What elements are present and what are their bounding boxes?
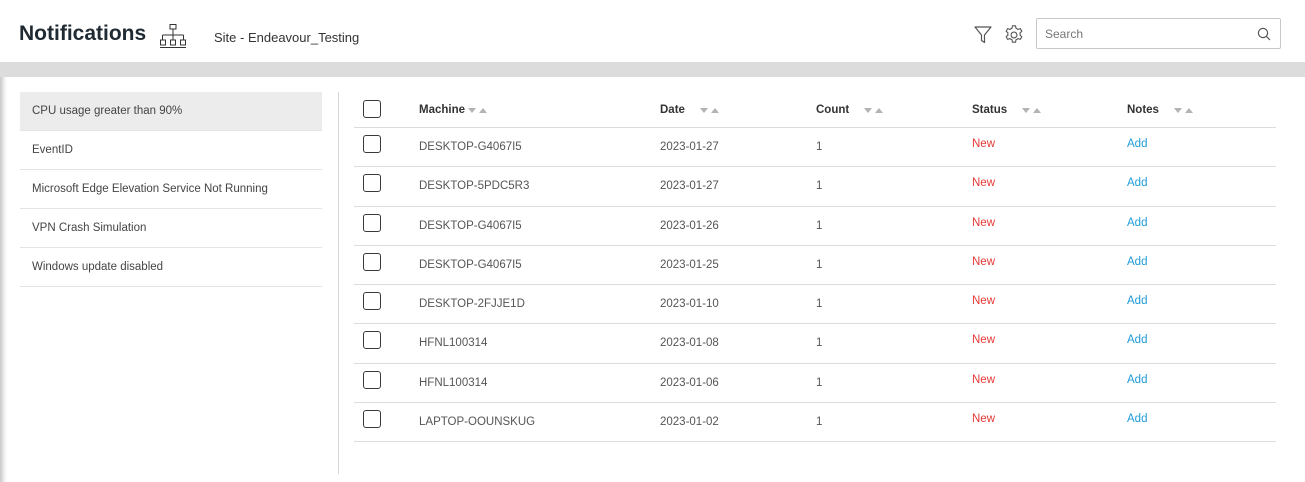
cell-machine: DESKTOP-5PDC5R3	[419, 180, 530, 193]
cell-date: 2023-01-26	[660, 219, 719, 232]
add-note-link[interactable]: Add	[1127, 374, 1147, 386]
add-note-link[interactable]: Add	[1127, 295, 1147, 307]
row-checkbox[interactable]	[363, 410, 381, 429]
search-input[interactable]	[1045, 24, 1245, 44]
sidebar-item-eventid[interactable]: EventID	[20, 131, 322, 170]
table-row: DESKTOP-G4067I5 2023-01-26 1 New Add	[354, 207, 1276, 246]
select-all-checkbox[interactable]	[363, 100, 381, 118]
filter-icon[interactable]	[973, 25, 993, 45]
cell-date: 2023-01-25	[660, 258, 719, 271]
table-row: LAPTOP-OOUNSKUG 2023-01-02 1 New Add	[354, 403, 1276, 443]
sidebar-item-label: Windows update disabled	[32, 261, 164, 273]
row-checkbox[interactable]	[363, 292, 381, 311]
status-badge: New	[972, 138, 996, 150]
status-badge: New	[972, 373, 996, 386]
cell-machine: HFNL100314	[419, 376, 488, 389]
sidebar-item-vpn-crash[interactable]: VPN Crash Simulation	[20, 209, 322, 248]
cell-count: 1	[816, 180, 823, 193]
sort-arrows-icon	[699, 108, 719, 113]
row-checkbox[interactable]	[363, 331, 381, 350]
table-row: HFNL100314 2023-01-08 1 New Add	[354, 324, 1276, 364]
page-header: Notifications Site - Endeavour_Testing	[0, 0, 1305, 62]
cell-count: 1	[816, 376, 823, 389]
add-note-link[interactable]: Add	[1127, 256, 1147, 268]
status-badge: New	[972, 216, 996, 229]
cell-date: 2023-01-10	[660, 298, 719, 311]
cell-count: 1	[816, 298, 823, 311]
row-checkbox[interactable]	[363, 135, 381, 153]
table-row: DESKTOP-G4067I5 2023-01-27 1 New Add	[354, 128, 1276, 168]
cell-count: 1	[816, 141, 823, 153]
header-divider	[0, 62, 1305, 77]
left-edge-shadow	[0, 62, 7, 482]
cell-machine: DESKTOP-G4067I5	[419, 258, 522, 271]
sort-arrows-icon	[864, 108, 884, 113]
add-note-link[interactable]: Add	[1127, 413, 1147, 425]
page-title: Notifications	[19, 22, 147, 45]
column-header-machine[interactable]: Machine	[419, 104, 491, 116]
cell-date: 2023-01-02	[660, 416, 719, 429]
search-icon[interactable]	[1257, 27, 1271, 41]
table-row: DESKTOP-2FJJE1D 2023-01-10 1 New Add	[354, 285, 1276, 325]
cell-date: 2023-01-06	[660, 376, 719, 389]
cell-machine: DESKTOP-G4067I5	[419, 219, 522, 232]
notifications-table: Machine Date Count Status Notes DESKTOP-…	[354, 92, 1276, 443]
notification-type-list: CPU usage greater than 90% EventID Micro…	[20, 92, 322, 287]
add-note-link[interactable]: Add	[1127, 138, 1147, 150]
add-note-link[interactable]: Add	[1127, 217, 1147, 229]
sitemap-icon[interactable]	[160, 24, 186, 48]
status-badge: New	[972, 295, 996, 308]
sidebar-item-label: Microsoft Edge Elevation Service Not Run…	[32, 183, 268, 195]
add-note-link[interactable]: Add	[1127, 177, 1147, 189]
cell-count: 1	[816, 416, 823, 429]
cell-machine: LAPTOP-OOUNSKUG	[419, 416, 536, 429]
column-header-status[interactable]: Status	[972, 104, 1045, 116]
row-checkbox[interactable]	[363, 174, 381, 193]
cell-count: 1	[816, 337, 823, 350]
sort-arrows-icon	[1173, 108, 1193, 113]
row-checkbox[interactable]	[363, 252, 381, 271]
cell-machine: DESKTOP-G4067I5	[419, 141, 522, 153]
cell-date: 2023-01-08	[660, 337, 719, 350]
search-box[interactable]	[1036, 18, 1281, 49]
panel-divider	[338, 92, 339, 474]
sidebar-item-label: CPU usage greater than 90%	[32, 105, 183, 117]
add-note-link[interactable]: Add	[1127, 334, 1147, 346]
sidebar-item-cpu-usage[interactable]: CPU usage greater than 90%	[20, 92, 322, 131]
cell-date: 2023-01-27	[660, 141, 719, 153]
cell-count: 1	[816, 258, 823, 271]
table-row: DESKTOP-5PDC5R3 2023-01-27 1 New Add	[354, 167, 1276, 207]
cell-machine: HFNL100314	[419, 337, 488, 350]
sidebar-item-label: EventID	[32, 144, 73, 156]
table-header: Machine Date Count Status Notes	[354, 92, 1276, 128]
status-badge: New	[972, 177, 996, 190]
cell-date: 2023-01-27	[660, 180, 719, 193]
site-label: Site - Endeavour_Testing	[214, 30, 360, 45]
column-header-count[interactable]: Count	[816, 104, 887, 116]
row-checkbox[interactable]	[363, 213, 381, 232]
column-header-notes[interactable]: Notes	[1127, 104, 1197, 116]
table-row: HFNL100314 2023-01-06 1 New Add	[354, 364, 1276, 404]
cell-machine: DESKTOP-2FJJE1D	[419, 298, 525, 311]
sort-arrows-icon	[1022, 108, 1042, 113]
sort-arrows-icon	[468, 108, 488, 113]
gear-icon[interactable]	[1003, 24, 1025, 46]
cell-count: 1	[816, 219, 823, 232]
sidebar-item-label: VPN Crash Simulation	[32, 222, 147, 234]
column-header-date[interactable]: Date	[660, 104, 723, 116]
status-badge: New	[972, 255, 996, 268]
status-badge: New	[972, 413, 996, 426]
sidebar-item-edge-elevation[interactable]: Microsoft Edge Elevation Service Not Run…	[20, 170, 322, 209]
sidebar-item-windows-update[interactable]: Windows update disabled	[20, 248, 322, 287]
row-checkbox[interactable]	[363, 370, 381, 389]
table-row: DESKTOP-G4067I5 2023-01-25 1 New Add	[354, 246, 1276, 286]
status-badge: New	[972, 334, 996, 347]
